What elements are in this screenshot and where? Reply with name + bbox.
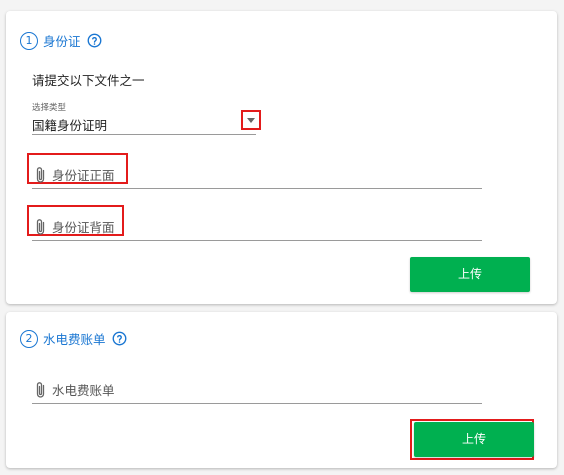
select-label: 选择类型 — [32, 103, 67, 113]
upload-button-id[interactable]: 上传 — [410, 257, 530, 292]
id-card-section: 1 身份证 请提交以下文件之一 选择类型 国籍身份证明 身份证正面 身份证背面 … — [6, 11, 557, 304]
question-circle-icon[interactable] — [87, 33, 102, 48]
section-header-bill: 2 水电费账单 — [20, 329, 127, 348]
utility-bill-section: 2 水电费账单 水电费账单 上传 — [6, 312, 557, 468]
step-number-2: 2 — [20, 329, 38, 348]
paperclip-icon — [34, 166, 48, 184]
paperclip-icon — [34, 218, 48, 236]
instruction-text: 请提交以下文件之一 — [32, 73, 145, 88]
step-number-1: 1 — [20, 31, 38, 50]
upload-button-bill[interactable]: 上传 — [414, 422, 534, 457]
dropdown-arrow-icon[interactable] — [241, 110, 261, 130]
section-title-bill: 水电费账单 — [43, 332, 106, 347]
document-type-select[interactable]: 选择类型 国籍身份证明 — [32, 101, 261, 135]
file-placeholder: 身份证正面 — [52, 168, 115, 183]
section-header-id: 1 身份证 — [20, 31, 102, 50]
file-placeholder: 身份证背面 — [52, 220, 115, 235]
file-field-id-back[interactable]: 身份证背面 — [27, 205, 482, 241]
select-value: 国籍身份证明 — [32, 118, 108, 133]
file-placeholder: 水电费账单 — [52, 383, 115, 398]
file-field-id-front[interactable]: 身份证正面 — [27, 153, 482, 189]
question-circle-icon[interactable] — [112, 331, 127, 346]
section-title-id: 身份证 — [43, 34, 81, 49]
file-field-utility-bill[interactable]: 水电费账单 — [32, 374, 482, 404]
paperclip-icon — [34, 381, 48, 399]
